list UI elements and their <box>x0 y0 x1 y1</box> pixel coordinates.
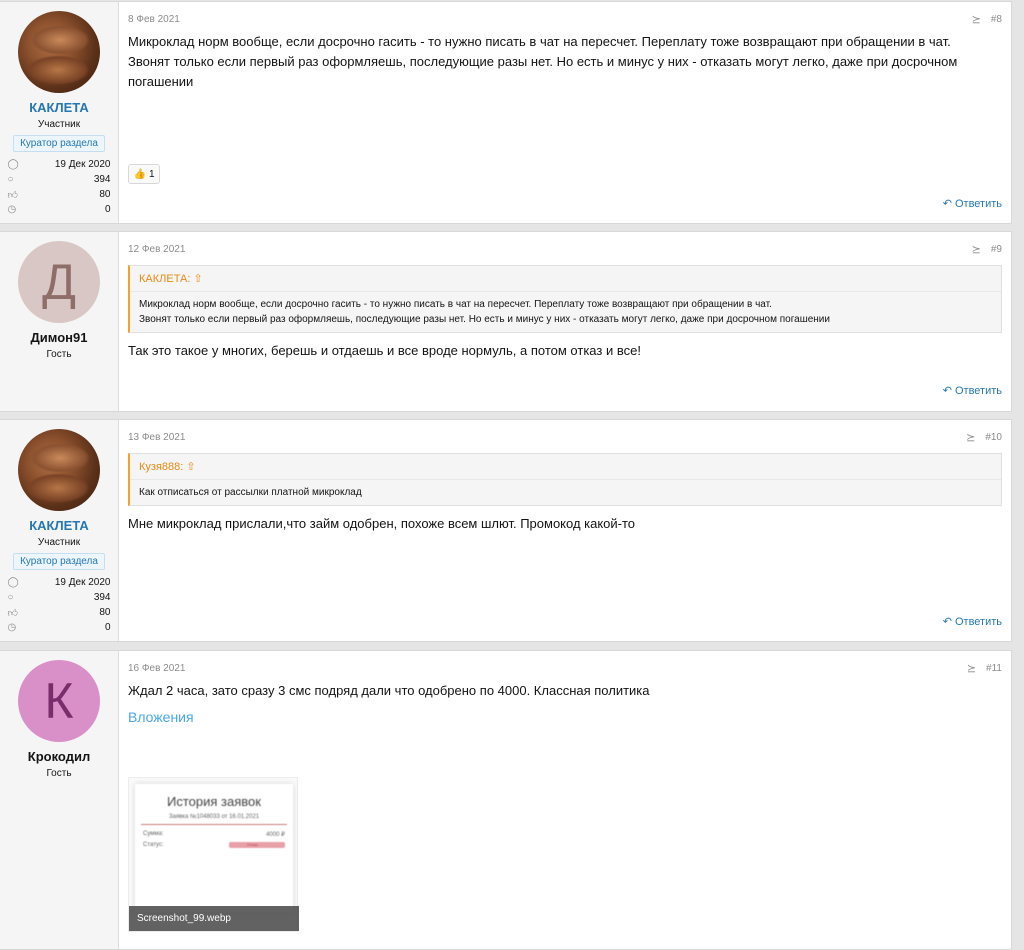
post-number[interactable]: #8 <box>991 14 1002 25</box>
avatar[interactable] <box>18 11 100 93</box>
post-10: КАКЛЕТА Участник Куратор раздела ◯ 19 Дек… <box>0 419 1012 642</box>
speech-bubble-icon: ○ <box>7 174 14 185</box>
reply-button[interactable]: ↶ Ответить <box>943 197 1002 210</box>
clock-icon: ◷ <box>7 204 17 215</box>
quote-line: Как отписаться от рассылки платной микро… <box>139 487 362 498</box>
share-icon[interactable]: ⪰ <box>972 243 981 256</box>
thumbs-up-icon: 👍︎ <box>7 189 18 201</box>
post-number[interactable]: #11 <box>986 663 1002 674</box>
messages-count: 394 <box>93 174 111 185</box>
attachment-thumbnail[interactable]: История заявок Заявка №1048033 от 16.01.… <box>128 777 299 932</box>
post-date[interactable]: 12 Фев 2021 <box>128 244 185 255</box>
reply-arrow-icon: ↶ <box>942 385 952 397</box>
post-number[interactable]: #9 <box>991 244 1002 255</box>
reactions-count: 80 <box>99 607 111 618</box>
reply-button[interactable]: ↶ Ответить <box>943 384 1002 397</box>
attachments-title: Вложения <box>128 709 194 725</box>
user-icon: ◯ <box>7 577 19 588</box>
post-body: Микроклад норм вообще, если досрочно гас… <box>128 32 1002 92</box>
avatar[interactable] <box>18 429 100 511</box>
avatar[interactable]: Д <box>18 241 100 323</box>
post-main: 12 Фев 2021 ⪰ #9 КАКЛЕТА: ⇧ Микроклад нор… <box>119 232 1011 411</box>
quote-body: Микроклад норм вообще, если досрочно гас… <box>130 292 1001 332</box>
user-title: Участник <box>37 119 81 130</box>
post-text-line: Микроклад норм вообще, если досрочно гас… <box>128 34 951 49</box>
post-9: Д Димон91 Гость 12 Фев 2021 ⪰ #9 КАКЛЕТА:… <box>0 231 1012 412</box>
user-badge: Куратор раздела <box>13 135 105 152</box>
quote-block: КАКЛЕТА: ⇧ Микроклад норм вообще, если д… <box>128 265 1002 333</box>
post-main: 8 Фев 2021 ⪰ #8 Микроклад норм вообще, ес… <box>119 2 1011 223</box>
clock-icon: ◷ <box>7 622 17 633</box>
quote-block: Кузя888: ⇧ Как отписаться от рассылки пл… <box>128 453 1002 506</box>
username[interactable]: Димон91 <box>31 330 88 345</box>
reply-arrow-icon: ↶ <box>942 616 952 628</box>
user-icon: ◯ <box>7 159 19 170</box>
points-count: 0 <box>104 622 111 633</box>
user-panel: КАКЛЕТА Участник Куратор раздела ◯ 19 Дек… <box>0 2 119 223</box>
share-icon[interactable]: ⪰ <box>967 662 976 675</box>
arrow-up-circle-icon[interactable]: ⇧ <box>186 461 195 473</box>
user-panel: КАКЛЕТА Участник Куратор раздела ◯ 19 Дек… <box>0 420 119 641</box>
reaction-count: 1 <box>148 168 155 180</box>
points-count: 0 <box>104 204 111 215</box>
post-main: 13 Фев 2021 ⪰ #10 Кузя888: ⇧ Как отписать… <box>119 420 1011 641</box>
share-icon[interactable]: ⪰ <box>972 13 981 26</box>
quote-body: Как отписаться от рассылки платной микро… <box>130 480 1001 505</box>
attachment-filename: Screenshot_99.webp <box>129 906 299 931</box>
user-title: Гость <box>46 768 72 779</box>
user-panel: К Крокодил Гость <box>0 651 119 949</box>
post-main: 16 Фев 2021 ⪰ #11 Ждал 2 часа, зато сразу… <box>119 651 1011 949</box>
thumbs-up-icon: 👍 <box>133 168 146 180</box>
post-body: Ждал 2 часа, зато сразу 3 смс подряд дал… <box>128 683 650 698</box>
quote-line: Микроклад норм вообще, если досрочно гас… <box>139 299 772 310</box>
joined-date: 19 Дек 2020 <box>54 159 111 170</box>
arrow-up-circle-icon[interactable]: ⇧ <box>194 273 203 285</box>
post-meta: 13 Фев 2021 ⪰ #10 <box>128 420 1002 450</box>
user-stats: ◯ 19 Дек 2020 ○ 394 👍︎ 80 ◷ 0 <box>8 575 111 635</box>
user-title: Гость <box>46 349 72 360</box>
post-date[interactable]: 8 Фев 2021 <box>128 14 180 25</box>
post-date[interactable]: 16 Фев 2021 <box>128 663 185 674</box>
avatar[interactable]: К <box>18 660 100 742</box>
user-stats: ◯ 19 Дек 2020 ○ 394 👍︎ 80 ◷ 0 <box>8 157 111 217</box>
user-badge: Куратор раздела <box>13 553 105 570</box>
quote-line: Звонят только если первый раз оформляешь… <box>139 314 830 325</box>
post-body: Мне микроклад прислали,что займ одобрен,… <box>128 516 636 531</box>
username[interactable]: КАКЛЕТА <box>29 100 89 115</box>
attachment-preview: История заявок Заявка №1048033 от 16.01.… <box>135 784 293 912</box>
user-panel: Д Димон91 Гость <box>0 232 119 411</box>
post-text-line: Звонят только если первый раз оформляешь… <box>128 54 958 89</box>
share-icon[interactable]: ⪰ <box>966 431 975 444</box>
reaction-summary[interactable]: 👍 1 <box>128 164 160 184</box>
quote-header[interactable]: Кузя888: ⇧ <box>130 454 1001 480</box>
joined-date: 19 Дек 2020 <box>54 577 111 588</box>
username[interactable]: Крокодил <box>28 749 90 764</box>
username[interactable]: КАКЛЕТА <box>29 518 89 533</box>
post-meta: 12 Фев 2021 ⪰ #9 <box>128 232 1002 262</box>
post-date[interactable]: 13 Фев 2021 <box>128 432 185 443</box>
speech-bubble-icon: ○ <box>7 592 14 603</box>
post-11: К Крокодил Гость 16 Фев 2021 ⪰ #11 Ждал 2… <box>0 650 1012 950</box>
messages-count: 394 <box>93 592 111 603</box>
thumbs-up-icon: 👍︎ <box>7 607 18 619</box>
reply-arrow-icon: ↶ <box>942 198 952 210</box>
post-number[interactable]: #10 <box>985 432 1002 443</box>
post-meta: 16 Фев 2021 ⪰ #11 <box>128 651 1002 681</box>
post-body: Так это такое у многих, берешь и отдаешь… <box>128 343 641 358</box>
post-meta: 8 Фев 2021 ⪰ #8 <box>128 2 1002 32</box>
reactions-count: 80 <box>99 189 111 200</box>
reply-button[interactable]: ↶ Ответить <box>943 615 1002 628</box>
quote-header[interactable]: КАКЛЕТА: ⇧ <box>130 266 1001 292</box>
user-title: Участник <box>37 537 81 548</box>
post-8: КАКЛЕТА Участник Куратор раздела ◯ 19 Дек… <box>0 1 1012 224</box>
status-pill: Отказ <box>229 842 285 848</box>
